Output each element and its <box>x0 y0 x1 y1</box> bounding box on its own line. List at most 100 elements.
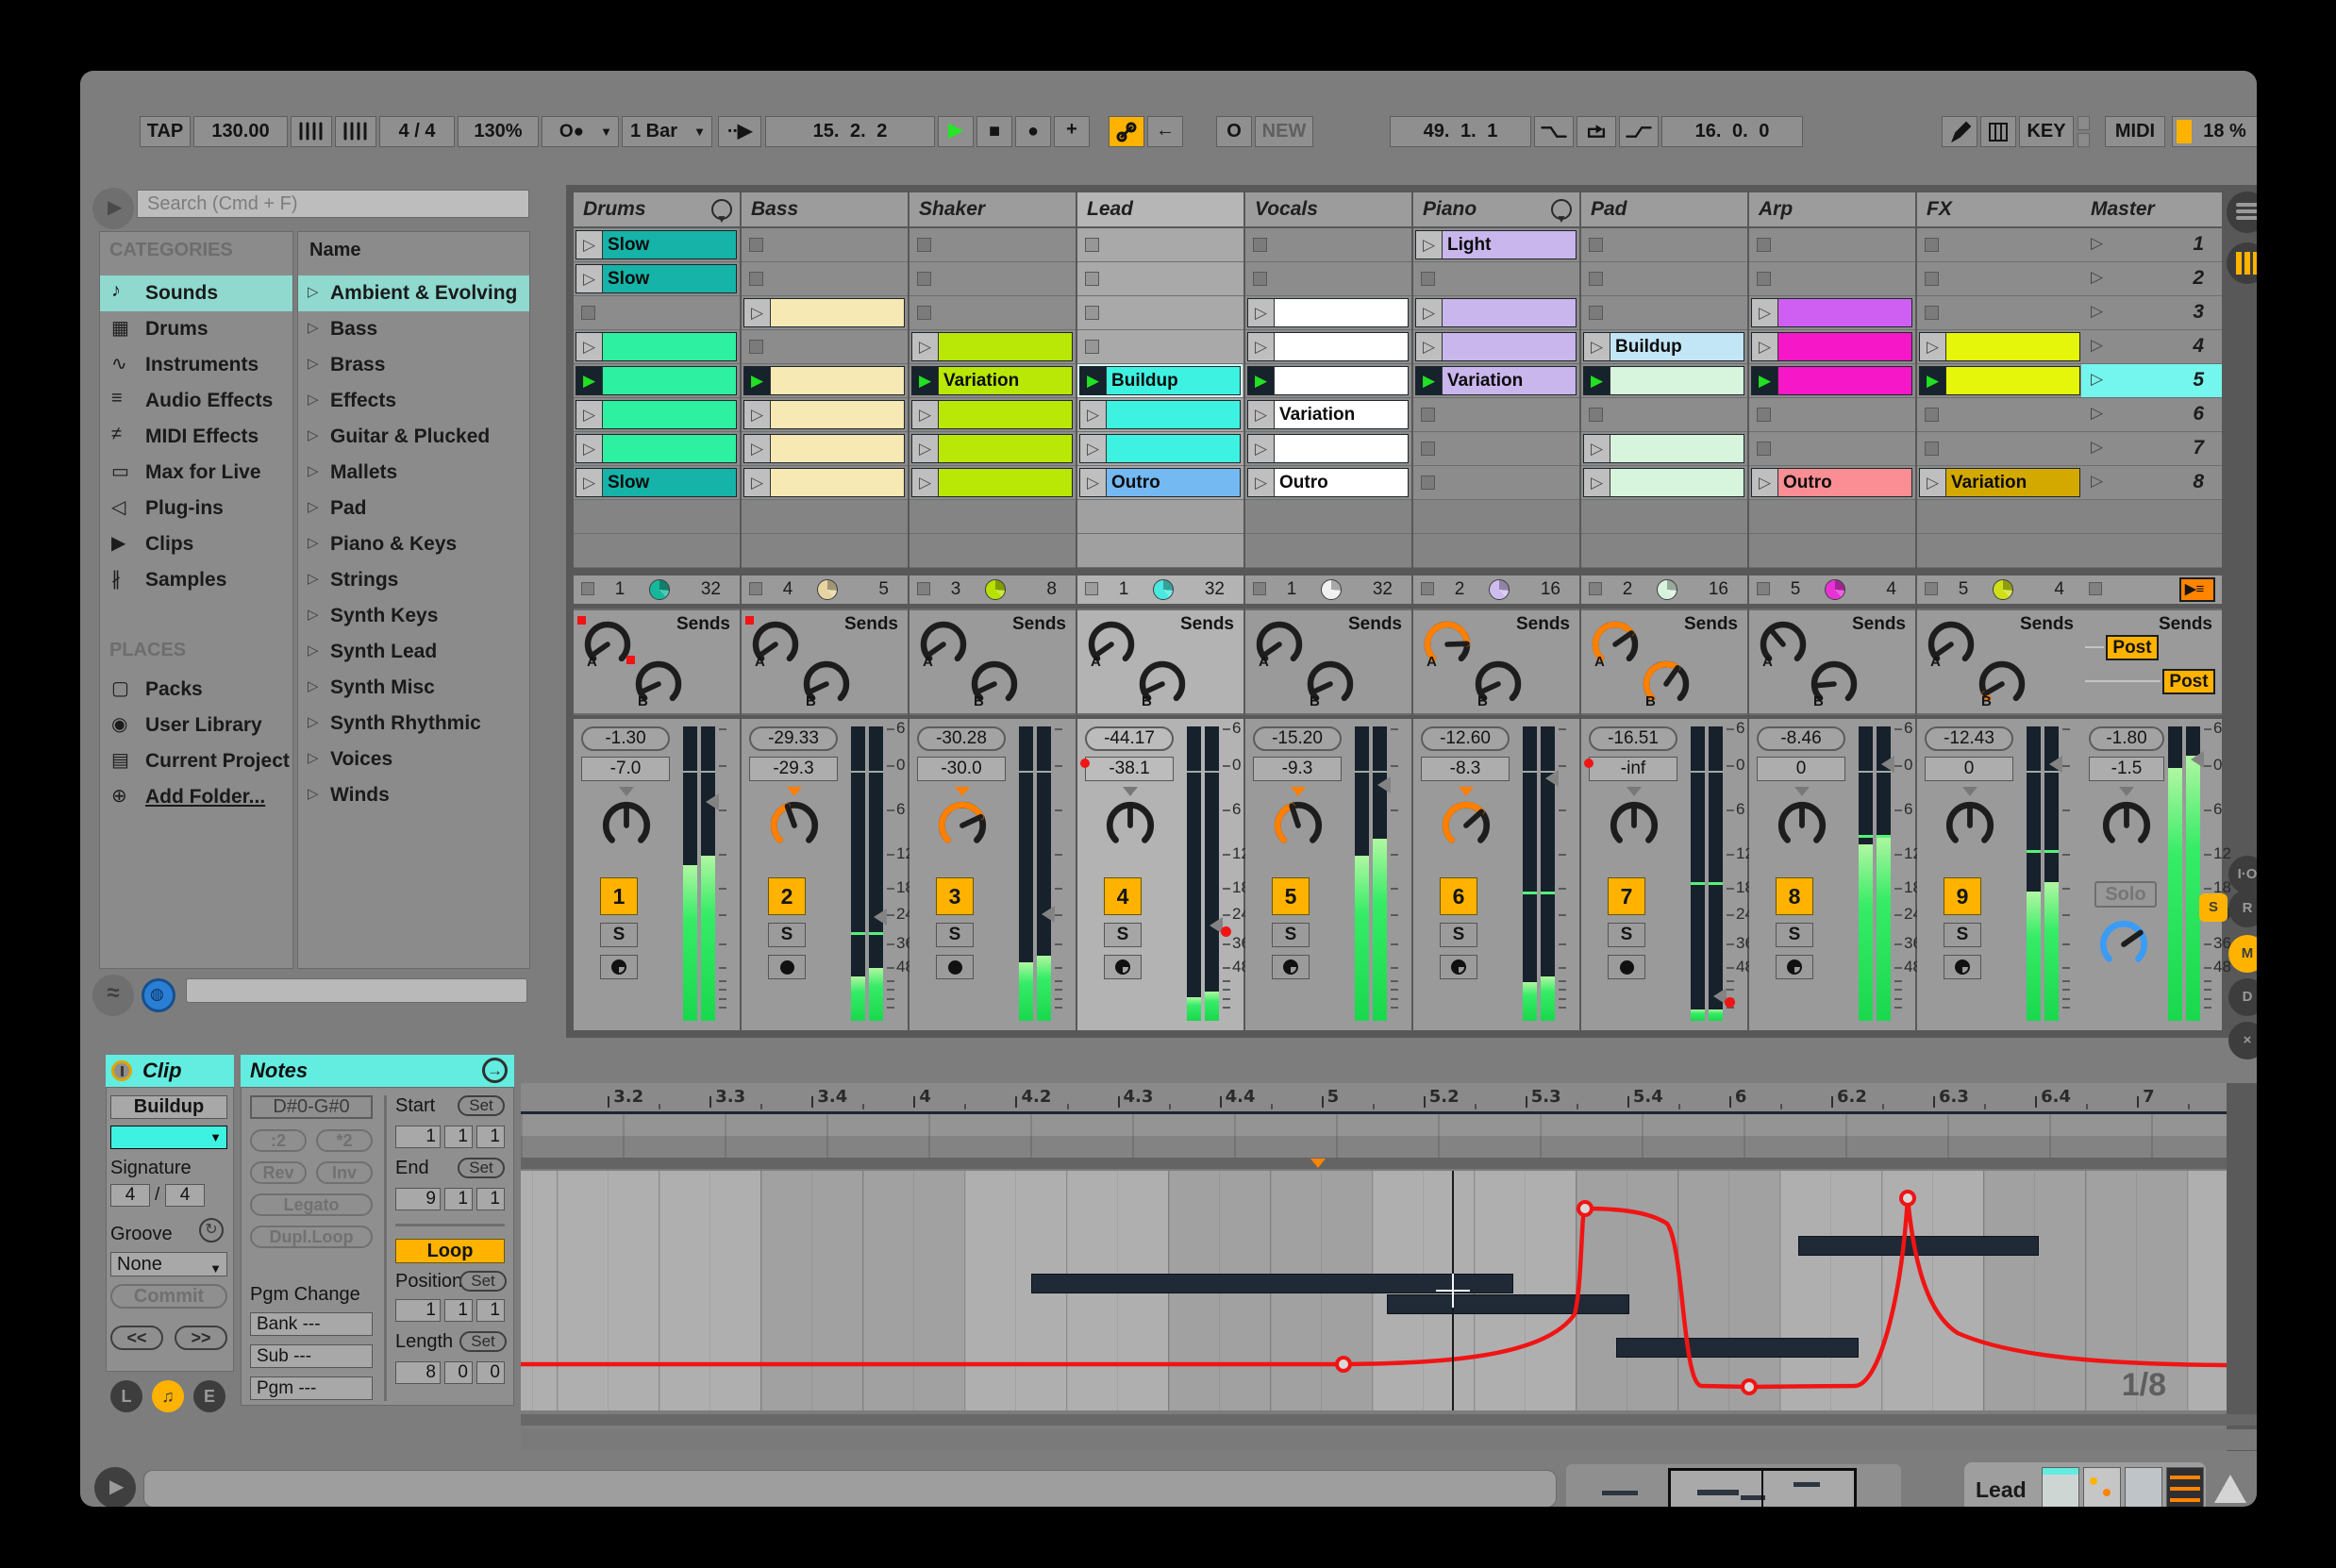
arm-button[interactable] <box>1776 955 1813 979</box>
clip-slot[interactable] <box>1077 296 1243 330</box>
clip-play-button[interactable]: ▷ <box>1584 435 1610 462</box>
clip-slot[interactable]: ▷ <box>742 398 908 432</box>
pan-knob[interactable] <box>599 798 654 853</box>
device-thumbnail[interactable] <box>2125 1467 2162 1507</box>
solo-button[interactable]: S <box>1104 923 1142 947</box>
clip-play-button[interactable]: ▷ <box>744 435 771 462</box>
clip-slot[interactable] <box>1413 398 1579 432</box>
status-display-bar[interactable] <box>143 1470 1557 1507</box>
duplicate-loop-button[interactable]: Dupl.Loop <box>250 1226 373 1248</box>
send-a-knob[interactable]: A <box>1589 618 1642 671</box>
scene-slot[interactable]: ▷5 <box>2081 364 2222 398</box>
midi-map-button[interactable]: MIDI <box>2105 116 2165 147</box>
browser-collapse-button[interactable]: ▶ <box>92 188 134 229</box>
volume-field[interactable]: -7.0 <box>581 757 670 781</box>
send-a-knob[interactable]: A <box>1085 618 1138 671</box>
clip-slot[interactable] <box>909 228 1076 262</box>
volume-field[interactable]: -9.3 <box>1253 757 1342 781</box>
length-set-button[interactable]: Set <box>459 1331 507 1352</box>
computer-midi-keyboard-button[interactable] <box>1980 116 2016 147</box>
browser-item[interactable]: ▷Winds <box>298 777 529 813</box>
clip[interactable]: ▷ <box>576 434 737 463</box>
overview-zoom-box[interactable] <box>1668 1468 1857 1507</box>
pan-knob[interactable] <box>1439 798 1493 853</box>
scene-slot[interactable]: ▷6 <box>2081 398 2222 432</box>
clip-slot[interactable]: ▷ <box>742 296 908 330</box>
search-input[interactable]: Search (Cmd + F) <box>137 190 529 218</box>
loop-start-display[interactable]: 49. 1. 1 <box>1390 116 1531 147</box>
stop-button[interactable]: ■ <box>976 116 1012 147</box>
browser-item[interactable]: ▷Synth Lead <box>298 634 529 670</box>
clip-play-button[interactable]: ▷ <box>576 469 603 496</box>
arm-button[interactable] <box>1272 955 1310 979</box>
midi-note-grid[interactable]: 1/8 <box>521 1171 2227 1410</box>
solo-button[interactable]: S <box>768 923 806 947</box>
browser-item[interactable]: ▷Synth Rhythmic <box>298 706 529 742</box>
automation-breakpoint[interactable] <box>1901 1192 1914 1205</box>
send-b-knob[interactable]: B <box>968 658 1021 710</box>
clip-color-chooser[interactable]: ▼ <box>110 1126 227 1149</box>
browser-item[interactable]: ▷Guitar & Plucked <box>298 419 529 455</box>
sidebar-item-midi-effects[interactable]: ≠MIDI Effects <box>100 419 292 455</box>
browser-item[interactable]: ▷Mallets <box>298 455 529 491</box>
clip-playing[interactable]: ▶ <box>1247 366 1409 395</box>
browser-item[interactable]: ▷Pad <box>298 491 529 526</box>
clip-slot[interactable]: ▷ <box>1581 432 1747 466</box>
clip-slot[interactable] <box>1917 262 2083 296</box>
clip-slot[interactable] <box>1413 432 1579 466</box>
browser-item[interactable]: ▷Piano & Keys <box>298 526 529 562</box>
reenable-automation-button[interactable]: O <box>1216 116 1252 147</box>
clip[interactable]: ▷ <box>911 434 1073 463</box>
clip-playing[interactable]: ▶ <box>743 366 905 395</box>
track-activator-button[interactable]: 5 <box>1272 877 1310 915</box>
key-map-button[interactable]: KEY <box>2019 116 2074 147</box>
track-header-arp[interactable]: Arp <box>1749 192 1915 226</box>
clip-slot[interactable]: ▷ <box>1245 432 1411 466</box>
clip-play-button[interactable]: ▷ <box>1752 299 1778 326</box>
track-activator-button[interactable]: 3 <box>936 877 974 915</box>
play-button[interactable]: ▶ <box>938 116 974 147</box>
solo-button[interactable]: S <box>1944 923 1981 947</box>
clip-play-button[interactable]: ▷ <box>1248 333 1275 360</box>
send-b-knob[interactable]: B <box>1808 658 1860 710</box>
peak-level-display[interactable]: -1.80 <box>2089 726 2164 751</box>
clip-slot[interactable]: ▶ <box>1749 364 1915 398</box>
new-button[interactable]: NEW <box>1255 116 1313 147</box>
clip-slot[interactable]: ▷ <box>1917 330 2083 364</box>
solo-button[interactable]: S <box>936 923 974 947</box>
clip[interactable]: ▷ <box>1079 400 1241 429</box>
clip[interactable]: ▷Slow <box>576 468 737 497</box>
clip-play-button[interactable]: ▷ <box>1080 435 1107 462</box>
sidebar-item-clips[interactable]: ▶Clips <box>100 526 292 562</box>
clip-slot[interactable] <box>1413 466 1579 500</box>
reverse-notes-button[interactable]: Rev <box>250 1161 307 1184</box>
clip-slot[interactable]: ▷ <box>1245 296 1411 330</box>
commit-button[interactable]: Commit <box>110 1284 227 1309</box>
clip-slot[interactable] <box>574 296 740 330</box>
volume-field[interactable]: -inf <box>1589 757 1677 781</box>
editor-time-ruler[interactable]: 3.23.33.444.24.34.455.25.35.466.26.36.47 <box>521 1083 2227 1111</box>
clip[interactable]: ▷ <box>743 468 905 497</box>
peak-level-display[interactable]: -15.20 <box>1253 726 1342 751</box>
track-activator-button[interactable]: 2 <box>768 877 806 915</box>
clip-slot[interactable]: ▷Variation <box>1917 466 2083 500</box>
clip[interactable]: ▷ <box>1247 332 1409 361</box>
clip-play-button-active[interactable]: ▶ <box>1080 367 1107 394</box>
track-header-fx[interactable]: FX <box>1917 192 2083 226</box>
master-solo-button[interactable]: Solo <box>2094 881 2157 908</box>
clip-playing[interactable]: ▶Variation <box>1415 366 1577 395</box>
cue-volume-knob[interactable] <box>2096 917 2151 972</box>
device-thumbnail[interactable] <box>2166 1467 2204 1507</box>
send-b-knob[interactable]: B <box>800 658 853 710</box>
pan-knob[interactable] <box>1775 798 1829 853</box>
scene-slot[interactable]: ▷8 <box>2081 466 2222 500</box>
clip[interactable]: ▷Buildup <box>1583 332 1744 361</box>
invert-notes-button[interactable]: Inv <box>316 1161 373 1184</box>
track-header-pad[interactable]: Pad <box>1581 192 1747 226</box>
clip-slot[interactable]: ▷ <box>1581 466 1747 500</box>
send-a-knob[interactable]: A <box>917 618 970 671</box>
sidebar-item-user-library[interactable]: ◉User Library <box>100 708 292 743</box>
clip-play-button-active[interactable]: ▶ <box>1584 367 1610 394</box>
post-toggle-a[interactable]: Post <box>2106 635 2159 660</box>
clip-slot[interactable]: ▷ <box>574 330 740 364</box>
